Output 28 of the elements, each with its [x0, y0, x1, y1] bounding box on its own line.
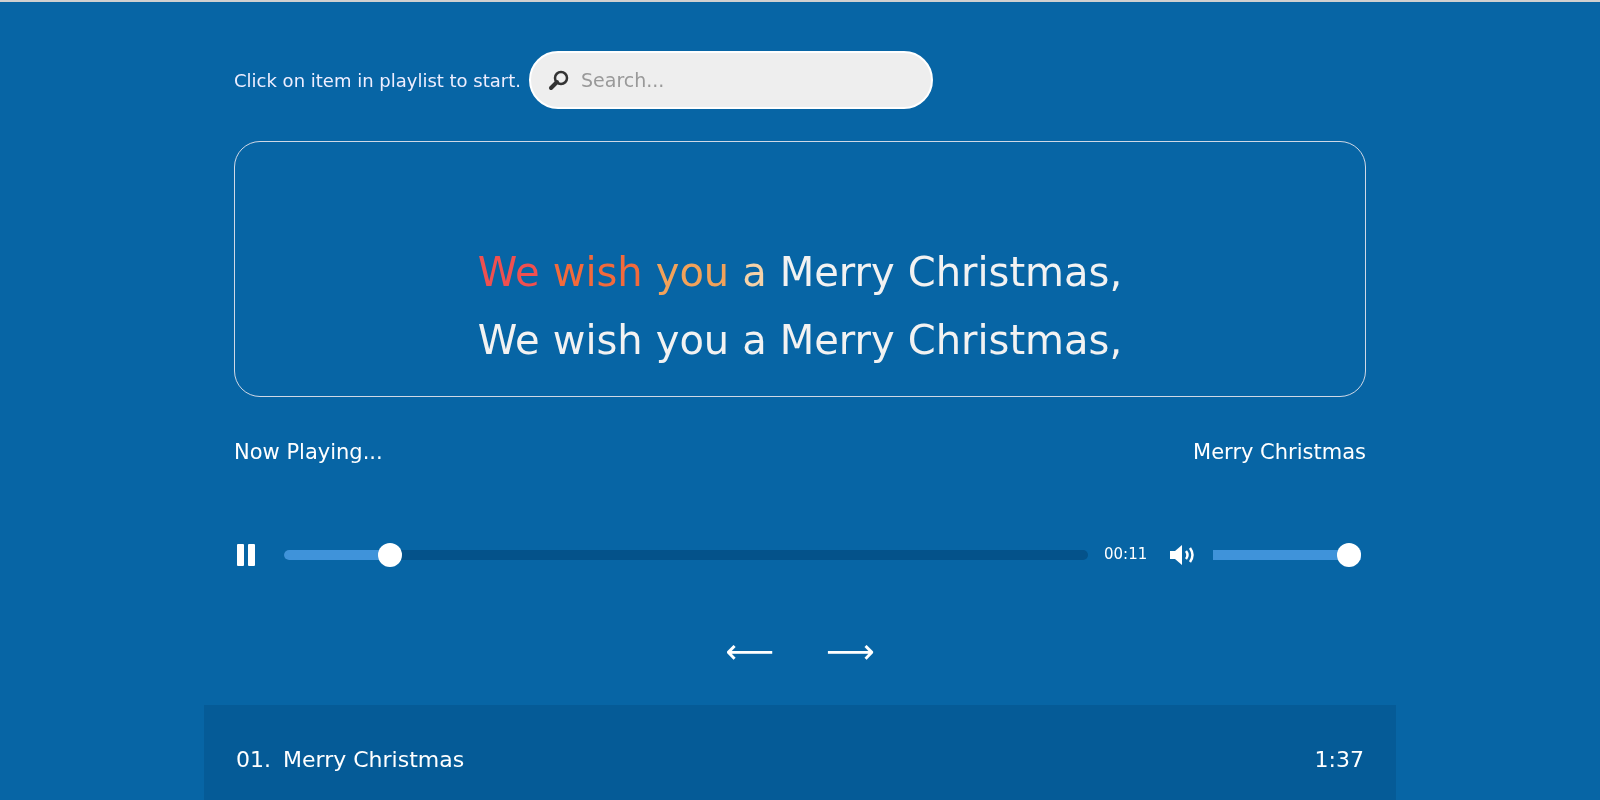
previous-button[interactable]: ⟵: [725, 630, 774, 671]
search-icon: [547, 68, 571, 92]
lyric-word: Merry: [779, 248, 895, 297]
lyric-word: We: [477, 316, 540, 365]
lyric-word: Merry: [779, 316, 895, 365]
lyric-word: wish: [552, 316, 643, 365]
lyric-word: a: [742, 316, 767, 365]
playlist-item[interactable]: 01. Merry Christmas 1:37: [236, 742, 1364, 776]
track-number: 01.: [236, 745, 271, 774]
lyric-word: you: [655, 248, 730, 297]
pause-icon: [236, 543, 256, 566]
track-title: Merry Christmas: [283, 745, 465, 774]
lyric-word: We: [477, 248, 540, 297]
lyric-word: you: [655, 316, 730, 365]
now-playing-label: Now Playing...: [234, 439, 383, 466]
track-duration: 1:37: [1314, 745, 1364, 774]
search-field[interactable]: Search...: [529, 51, 933, 109]
lyric-word: Christmas,: [907, 316, 1123, 365]
next-button[interactable]: ⟶: [826, 630, 875, 671]
lyric-word: wish: [552, 248, 643, 297]
elapsed-time: 00:11: [1104, 544, 1148, 566]
volume-thumb[interactable]: [1337, 542, 1362, 567]
lyric-word: a: [742, 248, 767, 297]
progress-thumb[interactable]: [377, 542, 402, 567]
lyric-word: Christmas,: [907, 248, 1123, 297]
song-title: Merry Christmas: [1193, 439, 1366, 466]
instruction-text: Click on item in playlist to start.: [234, 68, 521, 93]
pause-button[interactable]: [234, 542, 258, 567]
